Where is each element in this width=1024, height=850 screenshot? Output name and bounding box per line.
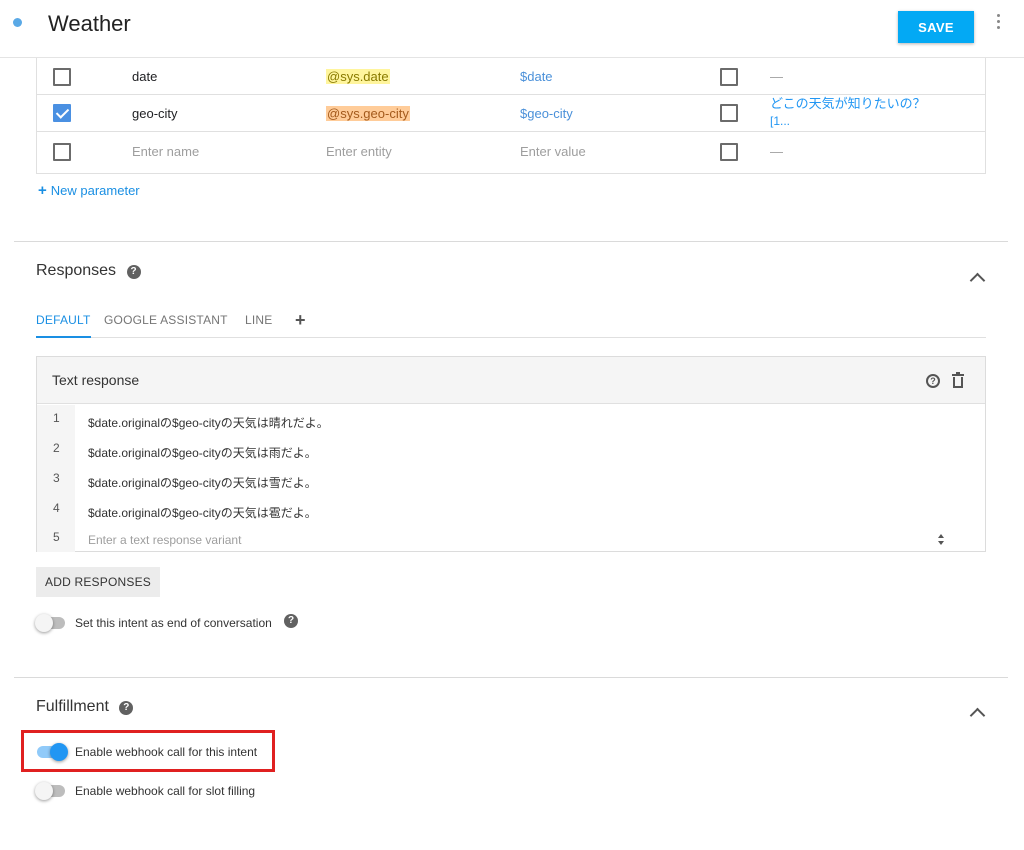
card-header: Text response ?: [37, 357, 985, 404]
parameter-name[interactable]: geo-city: [132, 95, 178, 132]
card-title: Text response: [52, 372, 140, 388]
is-list-checkbox[interactable]: [720, 104, 738, 122]
line-number: 5: [53, 530, 60, 544]
entity-input[interactable]: Enter entity: [326, 133, 392, 170]
parameter-value[interactable]: $date: [520, 58, 553, 95]
tab-google-assistant[interactable]: GOOGLE ASSISTANT: [104, 304, 228, 336]
parameter-row: date @sys.date $date —: [37, 58, 985, 95]
parameter-entity[interactable]: @sys.geo-city: [326, 106, 410, 121]
prompt-more: [1...: [770, 114, 791, 128]
line-number: 3: [53, 471, 60, 485]
plus-icon: +: [38, 182, 47, 199]
top-bar: Weather SAVE: [0, 0, 1024, 58]
line-number: 1: [53, 411, 60, 425]
status-dot-icon: [13, 18, 22, 27]
slot-filling-toggle[interactable]: [35, 781, 67, 801]
parameter-prompts[interactable]: —: [770, 58, 783, 95]
required-checkbox[interactable]: [53, 143, 71, 161]
responses-heading: Responses ?: [36, 262, 141, 280]
parameter-value[interactable]: $geo-city: [520, 95, 573, 132]
slot-filling-label: Enable webhook call for slot filling: [75, 784, 256, 798]
parameter-entity[interactable]: @sys.date: [326, 69, 390, 84]
chevron-up-icon[interactable]: [970, 270, 984, 284]
intent-title: Weather: [48, 11, 131, 36]
add-tab-icon[interactable]: +: [295, 310, 306, 331]
fulfillment-heading: Fulfillment ?: [36, 698, 134, 716]
help-icon[interactable]: ?: [284, 614, 298, 628]
chevron-up-icon[interactable]: [970, 705, 984, 719]
is-list-checkbox[interactable]: [720, 143, 738, 161]
save-button[interactable]: SAVE: [898, 11, 974, 43]
response-line-new[interactable]: 5 Enter a text response variant: [37, 524, 985, 553]
is-list-checkbox[interactable]: [720, 68, 738, 86]
response-text[interactable]: $date.originalの$geo-cityの天気は雪だよ。: [88, 474, 317, 491]
fulfillment-title: Fulfillment: [36, 698, 109, 715]
tab-default[interactable]: DEFAULT: [36, 304, 91, 338]
response-tabs: DEFAULT GOOGLE ASSISTANT LINE +: [36, 304, 986, 338]
section-divider: [14, 677, 1008, 678]
response-text[interactable]: $date.originalの$geo-cityの天気は雹だよ。: [88, 504, 317, 521]
prompt-text: どこの天気が知りたいの？: [770, 96, 926, 111]
end-conversation-toggle[interactable]: [35, 613, 67, 633]
response-input[interactable]: Enter a text response variant: [88, 533, 241, 547]
new-parameter-label: New parameter: [50, 183, 140, 198]
section-divider: [14, 241, 1008, 242]
name-input[interactable]: Enter name: [132, 133, 199, 170]
required-checkbox[interactable]: [53, 68, 71, 86]
parameters-table: date @sys.date $date — geo-city @sys.geo…: [36, 58, 986, 174]
line-number: 4: [53, 501, 60, 515]
required-checkbox[interactable]: [53, 104, 71, 122]
new-parameter-link[interactable]: + New parameter: [38, 182, 140, 199]
add-responses-button[interactable]: ADD RESPONSES: [36, 567, 160, 597]
tab-line[interactable]: LINE: [245, 304, 272, 336]
parameter-row: geo-city @sys.geo-city $geo-city どこの天気が知…: [37, 95, 985, 132]
annotation-highlight-box: [21, 730, 275, 772]
parameter-prompts[interactable]: —: [770, 133, 783, 170]
resize-spinner-icon[interactable]: [937, 534, 945, 546]
response-line[interactable]: 3 $date.originalの$geo-cityの天気は雪だよ。: [37, 465, 985, 494]
text-response-card: Text response ? 1 $date.originalの$geo-ci…: [36, 356, 986, 552]
line-number: 2: [53, 441, 60, 455]
parameter-name[interactable]: date: [132, 58, 157, 95]
response-text[interactable]: $date.originalの$geo-cityの天気は晴れだよ。: [88, 414, 329, 431]
more-vert-icon[interactable]: [994, 14, 1002, 34]
response-line[interactable]: 2 $date.originalの$geo-cityの天気は雨だよ。: [37, 435, 985, 464]
response-line[interactable]: 1 $date.originalの$geo-cityの天気は晴れだよ。: [37, 405, 985, 434]
end-conversation-label: Set this intent as end of conversation: [75, 616, 272, 630]
help-icon[interactable]: ?: [119, 701, 134, 715]
help-icon[interactable]: ?: [126, 265, 141, 279]
response-line[interactable]: 4 $date.originalの$geo-cityの天気は雹だよ。: [37, 495, 985, 524]
help-circle-icon[interactable]: ?: [926, 374, 940, 388]
responses-title: Responses: [36, 262, 117, 279]
parameter-row-new: Enter name Enter entity Enter value —: [37, 133, 985, 170]
response-text[interactable]: $date.originalの$geo-cityの天気は雨だよ。: [88, 444, 317, 461]
trash-icon[interactable]: [952, 372, 964, 388]
value-input[interactable]: Enter value: [520, 133, 586, 170]
